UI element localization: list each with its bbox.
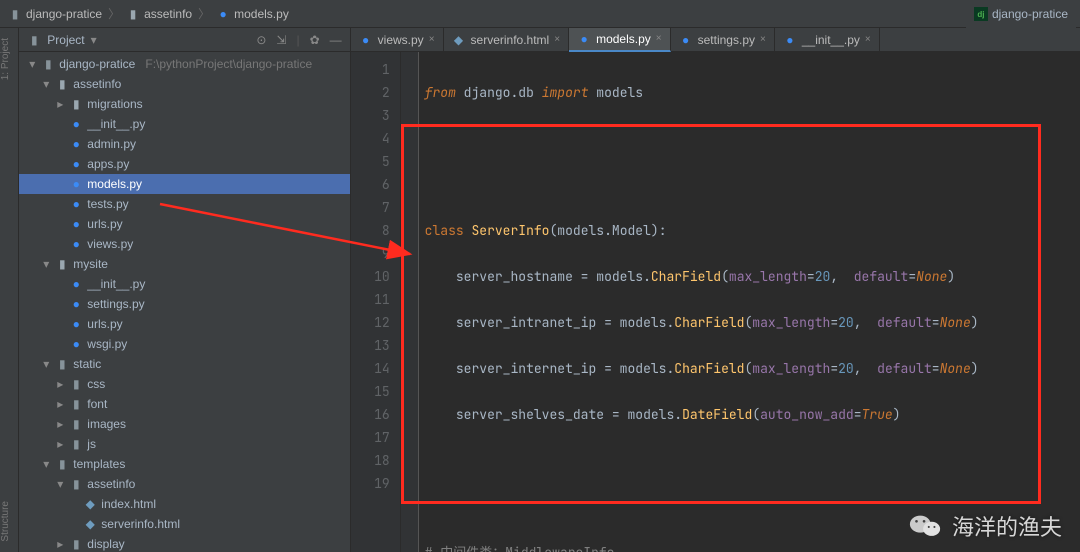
tree-folder-display[interactable]: ▸▮display (19, 534, 349, 552)
chevron-right-icon: 〉 (198, 5, 210, 22)
project-tree: ▾▮django-praticeF:\pythonProject\django-… (19, 52, 349, 552)
tree-folder-t-assetinfo[interactable]: ▾▮assetinfo (19, 474, 349, 494)
tree-folder-migrations[interactable]: ▸▮migrations (19, 94, 349, 114)
line-number-gutter: 12345678910111213141516171819 (351, 52, 401, 552)
breadcrumb-root[interactable]: ▮django-pratice (8, 7, 102, 21)
django-icon: dj (974, 7, 988, 21)
python-file-icon: ● (679, 33, 693, 47)
tree-file-mysite-urls[interactable]: ●urls.py (19, 314, 349, 334)
run-config-selector[interactable]: dj django-pratice (966, 0, 1076, 28)
tree-folder-static[interactable]: ▾▮static (19, 354, 349, 374)
hide-icon[interactable]: — (330, 33, 342, 47)
run-config-label: django-pratice (992, 7, 1068, 21)
tab-init[interactable]: ●__init__.py× (775, 28, 880, 52)
tree-file-views[interactable]: ●views.py (19, 234, 349, 254)
tree-file-tests[interactable]: ●tests.py (19, 194, 349, 214)
tree-folder-font[interactable]: ▸▮font (19, 394, 349, 414)
python-file-icon: ● (577, 32, 591, 46)
tree-folder-images[interactable]: ▸▮images (19, 414, 349, 434)
tree-folder-mysite[interactable]: ▾▮mysite (19, 254, 349, 274)
tab-serverinfo[interactable]: ◆serverinfo.html× (444, 28, 570, 52)
chevron-right-icon: 〉 (108, 5, 120, 22)
folder-icon: ▮ (8, 7, 22, 21)
breadcrumb: ▮django-pratice 〉 ▮assetinfo 〉 ●models.p… (8, 5, 289, 22)
project-icon: ▮ (27, 33, 41, 47)
tool-window-bar: 1: Project Structure (0, 28, 19, 552)
editor-body[interactable]: 12345678910111213141516171819 from djang… (351, 52, 1080, 552)
breadcrumb-folder[interactable]: ▮assetinfo (126, 7, 192, 21)
project-panel: ▮ Project ▾ ⊙ ⇲ | ✿ — ▾▮django-praticeF:… (19, 28, 350, 552)
tree-file-settings[interactable]: ●settings.py (19, 294, 349, 314)
python-file-icon: ● (783, 33, 797, 47)
folder-icon: ▮ (126, 7, 140, 21)
tab-views[interactable]: ●views.py× (351, 28, 444, 52)
gear-icon[interactable]: ✿ (310, 33, 320, 47)
html-file-icon: ◆ (452, 33, 466, 47)
project-title: Project (47, 33, 84, 47)
tree-folder-assetinfo[interactable]: ▾▮assetinfo (19, 74, 349, 94)
tree-root[interactable]: ▾▮django-praticeF:\pythonProject\django-… (19, 54, 349, 74)
tree-file-init[interactable]: ●__init__.py (19, 114, 349, 134)
tree-folder-js[interactable]: ▸▮js (19, 434, 349, 454)
tool-project-tab[interactable]: 1: Project (0, 38, 18, 80)
breadcrumb-file[interactable]: ●models.py (216, 7, 289, 21)
editor-tabs: ●views.py× ◆serverinfo.html× ●models.py×… (351, 28, 1080, 52)
python-file-icon: ● (359, 33, 373, 47)
tree-file-index-html[interactable]: ◆index.html (19, 494, 349, 514)
tree-folder-templates[interactable]: ▾▮templates (19, 454, 349, 474)
close-icon[interactable]: × (429, 34, 435, 45)
tree-file-serverinfo-html[interactable]: ◆serverinfo.html (19, 514, 349, 534)
close-icon[interactable]: × (760, 34, 766, 45)
tab-models[interactable]: ●models.py× (569, 28, 671, 52)
dropdown-icon[interactable]: ▾ (91, 33, 97, 47)
close-icon[interactable]: × (554, 34, 560, 45)
collapse-icon[interactable]: ⇲ (276, 33, 286, 47)
fold-gutter (401, 52, 419, 552)
target-icon[interactable]: ⊙ (256, 33, 266, 47)
close-icon[interactable]: × (656, 33, 662, 44)
code-area[interactable]: from django.db import models class Serve… (419, 52, 1080, 552)
tree-file-models[interactable]: ●models.py (19, 174, 349, 194)
tree-file-admin[interactable]: ●admin.py (19, 134, 349, 154)
breadcrumb-bar: ▮django-pratice 〉 ▮assetinfo 〉 ●models.p… (0, 0, 1080, 28)
tree-folder-css[interactable]: ▸▮css (19, 374, 349, 394)
tree-file-mysite-init[interactable]: ●__init__.py (19, 274, 349, 294)
editor-area: ●views.py× ◆serverinfo.html× ●models.py×… (351, 28, 1080, 552)
tool-structure-tab[interactable]: Structure (0, 501, 18, 542)
close-icon[interactable]: × (865, 34, 871, 45)
python-file-icon: ● (216, 7, 230, 21)
tab-settings[interactable]: ●settings.py× (671, 28, 775, 52)
tree-file-apps[interactable]: ●apps.py (19, 154, 349, 174)
tree-file-wsgi[interactable]: ●wsgi.py (19, 334, 349, 354)
tree-file-urls[interactable]: ●urls.py (19, 214, 349, 234)
